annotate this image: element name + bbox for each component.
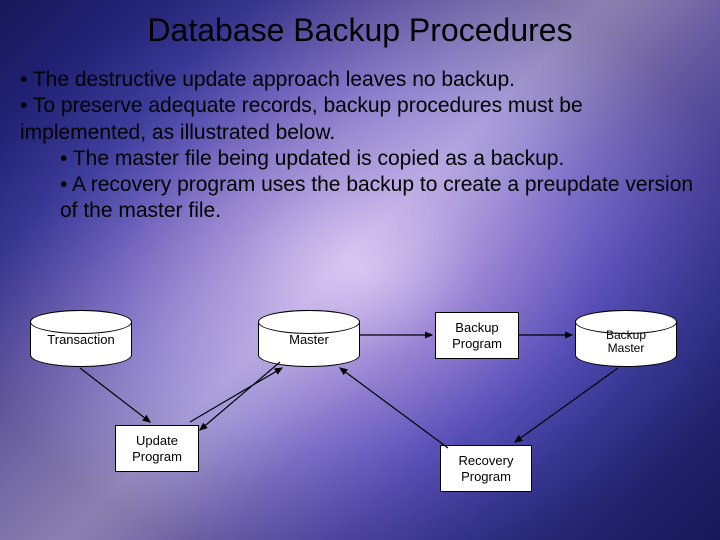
bullet-1-text: The destructive update approach leaves n… — [33, 68, 515, 91]
bullet-1: • The destructive update approach leaves… — [20, 67, 702, 93]
recovery-program-box: RecoveryProgram — [440, 445, 532, 492]
backup-master-cylinder: BackupMaster — [575, 310, 677, 367]
master-cylinder: Master — [258, 310, 360, 367]
update-program-label: UpdateProgram — [132, 433, 182, 464]
transaction-cylinder: Transaction — [30, 310, 132, 367]
transaction-label: Transaction — [31, 333, 131, 347]
bullet-2: • To preserve adequate records, backup p… — [20, 93, 702, 146]
bullet-list: • The destructive update approach leaves… — [0, 49, 720, 225]
backup-program-box: BackupProgram — [435, 312, 519, 359]
sub-bullet-1-text: The master file being updated is copied … — [73, 147, 564, 170]
recovery-program-label: RecoveryProgram — [459, 453, 514, 484]
backup-master-label: BackupMaster — [576, 329, 676, 355]
backup-program-label: BackupProgram — [452, 320, 502, 351]
slide-title: Database Backup Procedures — [0, 0, 720, 49]
sub-bullet-2-text: A recovery program uses the backup to cr… — [60, 173, 693, 222]
master-label: Master — [259, 333, 359, 347]
sub-bullet-1: • The master file being updated is copie… — [20, 146, 702, 172]
sub-bullet-2: • A recovery program uses the backup to … — [20, 172, 702, 225]
flow-diagram: Transaction Master BackupProgram BackupM… — [20, 290, 700, 520]
bullet-2-text: To preserve adequate records, backup pro… — [20, 94, 583, 143]
update-program-box: UpdateProgram — [115, 425, 199, 472]
